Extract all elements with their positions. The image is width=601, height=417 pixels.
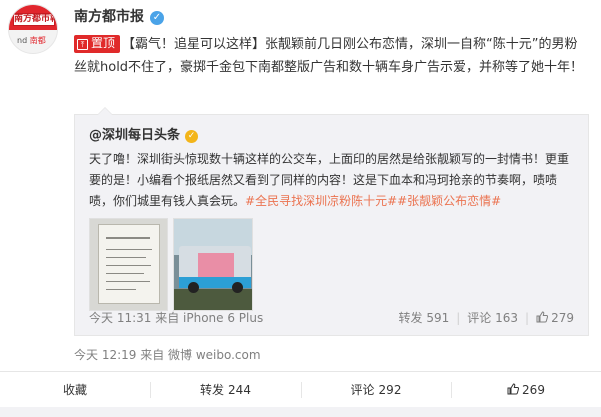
feed-gap <box>0 407 601 417</box>
quote-arrow <box>97 107 113 115</box>
post-body: 【霸气！追星可以这样】张靓颖前几日刚公布恋情，深圳一自称“陈十元”的男粉丝就ho… <box>74 37 584 75</box>
quoted-author-name[interactable]: @深圳每日头条 <box>89 128 180 143</box>
comment-count: 292 <box>378 383 402 397</box>
quoted-comment-count: 163 <box>495 311 519 325</box>
weibo-post-card: 南方都市報 nd 南都 南方都市报 ✓ ⤒ 置顶 【霸气！追星可以这样】张靓颖前几日刚… <box>0 0 601 417</box>
repost-count: 244 <box>228 383 251 397</box>
newspaper-line <box>106 289 136 290</box>
avatar[interactable]: 南方都市報 nd 南都 <box>8 4 58 54</box>
favorite-label: 收藏 <box>62 383 87 397</box>
avatar-subtitle: nd 南都 <box>17 35 46 46</box>
verified-check-icon: ✓ <box>150 11 164 25</box>
thumbs-up-icon <box>536 311 549 323</box>
author-line: 南方都市报 ✓ <box>74 6 164 26</box>
action-bar: 收藏 转发 244 评论 292 269 <box>0 371 601 407</box>
quoted-actions: 转发 591 | 评论 163 | 279 <box>399 309 575 326</box>
quoted-timestamp[interactable]: 今天 11:31 来自 iPhone 6 Plus <box>89 309 263 326</box>
topic-links[interactable]: #全民寻找深圳凉粉陈十元##张靓颖公布恋情# <box>245 194 501 208</box>
pinned-label: 置顶 <box>91 36 116 50</box>
avatar-sub-prefix: nd <box>17 36 28 45</box>
bus-photo-road <box>174 289 252 310</box>
repost-button[interactable]: 转发 244 <box>150 372 301 408</box>
quoted-text: 天了噜！深圳街头惊现数十辆这样的公交车，上面印的居然是给张靓颖写的一封情书！更重… <box>89 149 579 212</box>
quoted-verified-icon: ✓ <box>185 130 199 143</box>
quoted-like-count: 279 <box>551 311 574 325</box>
post-timestamp[interactable]: 今天 12:19 来自 微博 weibo.com <box>74 346 261 363</box>
bus-wheel <box>188 282 199 293</box>
divider: | <box>456 311 461 325</box>
quoted-like-button[interactable]: 279 <box>536 311 574 325</box>
quoted-repost-button[interactable]: 转发 591 <box>399 311 450 325</box>
newspaper-line <box>106 273 144 274</box>
author-name[interactable]: 南方都市报 <box>74 9 144 25</box>
newspaper-line <box>106 249 152 250</box>
pinned-badge: ⤒ 置顶 <box>74 35 121 53</box>
comment-button[interactable]: 评论 292 <box>301 372 451 408</box>
pin-icon: ⤒ <box>77 39 88 50</box>
newspaper-line <box>106 281 150 282</box>
quoted-comment-button[interactable]: 评论 163 <box>467 311 518 325</box>
like-count: 269 <box>522 383 545 397</box>
newspaper-line <box>106 257 146 258</box>
favorite-button[interactable]: 收藏 <box>0 372 150 408</box>
quoted-author-line: @深圳每日头条 ✓ <box>89 124 199 143</box>
newspaper-frame <box>98 224 160 304</box>
avatar-logo: 南方都市報 <box>13 13 55 26</box>
quoted-repost-count: 591 <box>426 311 450 325</box>
quoted-post: @深圳每日头条 ✓ 天了噜！深圳街头惊现数十辆这样的公交车，上面印的居然是给张靓颖… <box>74 107 589 336</box>
newspaper-line <box>106 265 151 266</box>
comment-label: 评论 <box>350 383 375 397</box>
quoted-comment-label: 评论 <box>467 311 492 325</box>
quoted-repost-label: 转发 <box>398 311 423 325</box>
newspaper-line <box>106 237 150 239</box>
avatar-sub-brand: 南都 <box>29 36 46 45</box>
thumbs-up-icon <box>507 383 520 395</box>
quoted-image-newspaper[interactable] <box>89 218 168 311</box>
quoted-image-bus[interactable] <box>173 218 253 311</box>
bus-wheel <box>232 282 243 293</box>
divider: | <box>525 311 530 325</box>
post-text: ⤒ 置顶 【霸气！追星可以这样】张靓颖前几日刚公布恋情，深圳一自称“陈十元”的男粉丝… <box>74 33 589 79</box>
repost-label: 转发 <box>200 383 225 397</box>
like-button[interactable]: 269 <box>451 372 601 408</box>
bus-advert <box>198 253 234 278</box>
